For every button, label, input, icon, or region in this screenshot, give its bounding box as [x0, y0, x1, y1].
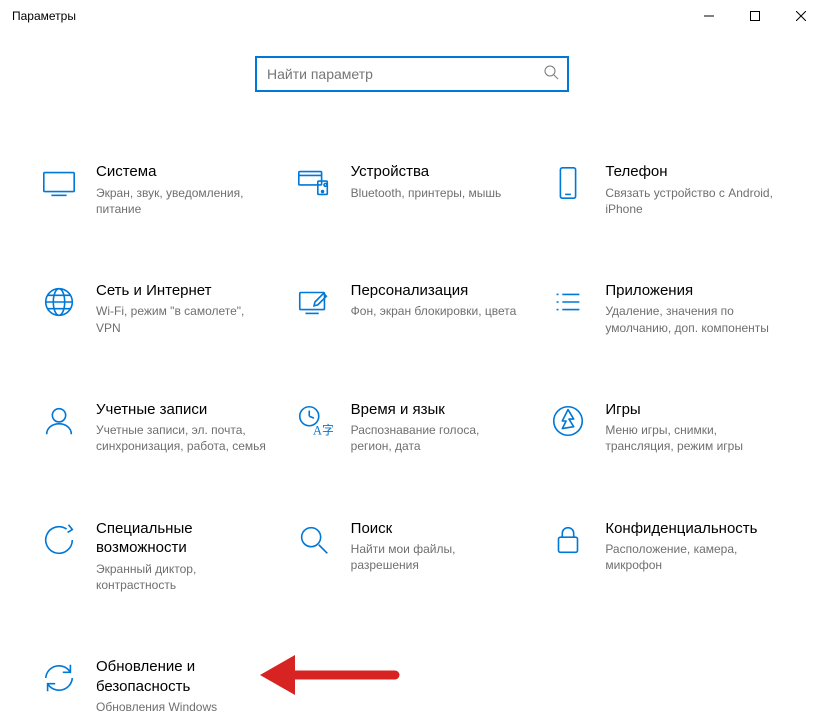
gaming-icon [549, 402, 587, 440]
devices-icon [295, 164, 333, 202]
globe-icon [40, 283, 78, 321]
tile-title: Поиск [351, 519, 521, 539]
phone-icon [549, 164, 587, 202]
tile-desc: Учетные записи, эл. почта, синхронизация… [96, 422, 266, 454]
tile-privacy[interactable]: Конфиденциальность Расположение, камера,… [549, 519, 784, 593]
window-controls [686, 0, 824, 32]
personalization-icon [295, 283, 333, 321]
tile-gaming[interactable]: Игры Меню игры, снимки, трансляция, режи… [549, 400, 784, 455]
time-language-icon: A字 [295, 402, 333, 440]
tile-title: Персонализация [351, 281, 517, 301]
system-icon [40, 164, 78, 202]
tile-desc: Найти мои файлы, разрешения [351, 541, 521, 573]
tile-desc: Обновления Windows [96, 699, 266, 715]
tile-desc: Меню игры, снимки, трансляция, режим игр… [605, 422, 775, 454]
search-input[interactable] [265, 65, 543, 83]
tile-title: Сеть и Интернет [96, 281, 266, 301]
search-icon [543, 64, 559, 85]
tile-desc: Фон, экран блокировки, цвета [351, 303, 517, 319]
tile-accounts[interactable]: Учетные записи Учетные записи, эл. почта… [40, 400, 275, 455]
tile-desc: Bluetooth, принтеры, мышь [351, 185, 502, 201]
tile-ease-of-access[interactable]: Специальные возможности Экранный диктор,… [40, 519, 275, 593]
tile-title: Устройства [351, 162, 502, 182]
tile-personalization[interactable]: Персонализация Фон, экран блокировки, цв… [295, 281, 530, 336]
tile-desc: Экранный диктор, контрастность [96, 561, 266, 593]
tile-update-security[interactable]: Обновление и безопасность Обновления Win… [40, 657, 275, 715]
tile-title: Специальные возможности [96, 519, 266, 558]
tile-phone[interactable]: Телефон Связать устройство с Android, iP… [549, 162, 784, 217]
tile-devices[interactable]: Устройства Bluetooth, принтеры, мышь [295, 162, 530, 217]
tile-apps[interactable]: Приложения Удаление, значения по умолчан… [549, 281, 784, 336]
tile-title: Учетные записи [96, 400, 266, 420]
search-tile-icon [295, 521, 333, 559]
ease-of-access-icon [40, 521, 78, 559]
update-icon [40, 659, 78, 697]
settings-grid: Система Экран, звук, уведомления, питани… [0, 162, 824, 715]
tile-desc: Связать устройство с Android, iPhone [605, 185, 775, 217]
search-box[interactable] [255, 56, 569, 92]
tile-desc: Удаление, значения по умолчанию, доп. ко… [605, 303, 775, 335]
privacy-icon [549, 521, 587, 559]
tile-system[interactable]: Система Экран, звук, уведомления, питани… [40, 162, 275, 217]
tile-title: Телефон [605, 162, 775, 182]
accounts-icon [40, 402, 78, 440]
tile-search[interactable]: Поиск Найти мои файлы, разрешения [295, 519, 530, 593]
tile-title: Система [96, 162, 266, 182]
tile-network[interactable]: Сеть и Интернет Wi-Fi, режим "в самолете… [40, 281, 275, 336]
tile-desc: Wi-Fi, режим "в самолете", VPN [96, 303, 266, 335]
apps-icon [549, 283, 587, 321]
titlebar: Параметры [0, 0, 824, 32]
tile-title: Обновление и безопасность [96, 657, 266, 696]
tile-title: Конфиденциальность [605, 519, 775, 539]
minimize-button[interactable] [686, 0, 732, 32]
window-title: Параметры [12, 9, 76, 23]
close-button[interactable] [778, 0, 824, 32]
tile-title: Приложения [605, 281, 775, 301]
svg-text:A字: A字 [313, 422, 333, 437]
tile-desc: Экран, звук, уведомления, питание [96, 185, 266, 217]
tile-desc: Расположение, камера, микрофон [605, 541, 775, 573]
maximize-button[interactable] [732, 0, 778, 32]
tile-time-language[interactable]: A字 Время и язык Распознавание голоса, ре… [295, 400, 530, 455]
tile-title: Время и язык [351, 400, 521, 420]
tile-desc: Распознавание голоса, регион, дата [351, 422, 521, 454]
tile-title: Игры [605, 400, 775, 420]
